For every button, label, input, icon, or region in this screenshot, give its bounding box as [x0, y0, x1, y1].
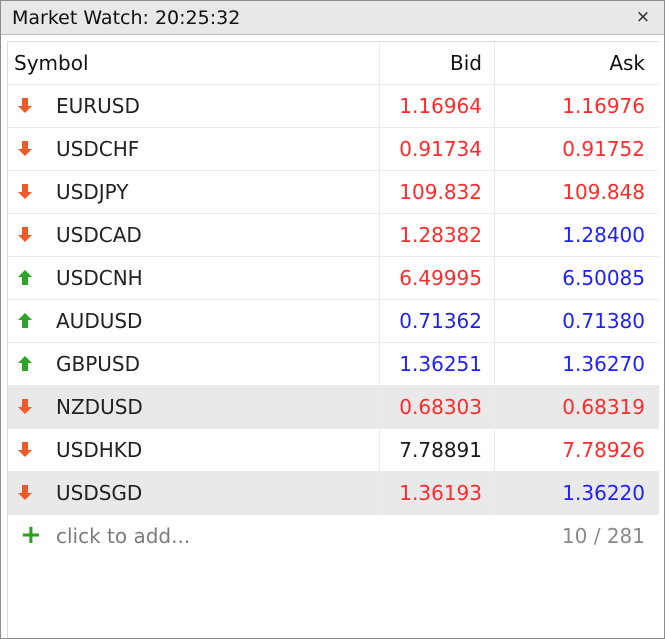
table-row[interactable]: GBPUSD 1.36251 1.36270: [8, 343, 659, 386]
table-header: Symbol Bid Ask: [8, 42, 659, 85]
ask-price: 0.71380: [562, 309, 645, 333]
symbol-cell[interactable]: NZDUSD: [8, 386, 380, 428]
add-symbol-cell[interactable]: + click to add...: [8, 515, 380, 557]
symbol-cell[interactable]: USDCHF: [8, 128, 380, 170]
arrow-down-icon: [18, 184, 32, 199]
symbol-name: USDSGD: [56, 481, 143, 505]
plus-icon: +: [20, 520, 42, 550]
bid-price: 1.36193: [380, 472, 495, 514]
table-row[interactable]: EURUSD 1.16964 1.16976: [8, 85, 659, 128]
arrow-down-icon: [18, 141, 32, 156]
table-row[interactable]: USDJPY 109.832 109.848: [8, 171, 659, 214]
ask-price: 109.848: [562, 180, 645, 204]
window-title: Market Watch: 20:25:32: [12, 7, 241, 29]
table-row[interactable]: USDSGD 1.36193 1.36220: [8, 472, 659, 515]
ask-price: 0.91752: [562, 137, 645, 161]
symbol-name: AUDUSD: [56, 309, 143, 333]
symbol-count: 10 / 281: [561, 524, 645, 548]
table-row[interactable]: AUDUSD 0.71362 0.71380: [8, 300, 659, 343]
arrow-up-icon: [18, 356, 32, 371]
table-row[interactable]: USDCNH 6.49995 6.50085: [8, 257, 659, 300]
symbol-cell[interactable]: USDHKD: [8, 429, 380, 471]
symbol-name: USDCHF: [56, 137, 140, 161]
bid-price: 1.16964: [380, 85, 495, 127]
ask-price: 7.78926: [562, 438, 645, 462]
symbol-name: GBPUSD: [56, 352, 141, 376]
arrow-down-icon: [18, 442, 32, 457]
table-row[interactable]: NZDUSD 0.68303 0.68319: [8, 386, 659, 429]
symbol-name: USDHKD: [56, 438, 143, 462]
column-header-bid[interactable]: Bid: [380, 42, 495, 84]
ask-price: 1.28400: [562, 223, 645, 247]
symbol-cell[interactable]: GBPUSD: [8, 343, 380, 385]
bid-price: 0.68303: [380, 386, 495, 428]
bid-price: 6.49995: [380, 257, 495, 299]
symbol-name: USDJPY: [56, 180, 129, 204]
title-bar: Market Watch: 20:25:32 ×: [1, 1, 664, 35]
symbol-name: USDCAD: [56, 223, 142, 247]
symbol-name: NZDUSD: [56, 395, 143, 419]
symbol-cell[interactable]: USDCAD: [8, 214, 380, 256]
bid-price: 1.36251: [380, 343, 495, 385]
arrow-down-icon: [18, 227, 32, 242]
symbol-name: USDCNH: [56, 266, 143, 290]
symbol-cell[interactable]: USDCNH: [8, 257, 380, 299]
table-row[interactable]: USDHKD 7.78891 7.78926: [8, 429, 659, 472]
column-header-ask[interactable]: Ask: [495, 42, 659, 84]
ask-price: 1.36270: [562, 352, 645, 376]
table-row[interactable]: USDCAD 1.28382 1.28400: [8, 214, 659, 257]
bid-price: 109.832: [380, 171, 495, 213]
symbol-cell[interactable]: USDJPY: [8, 171, 380, 213]
arrow-up-icon: [18, 313, 32, 328]
bid-price: 7.78891: [380, 429, 495, 471]
symbol-cell[interactable]: AUDUSD: [8, 300, 380, 342]
symbol-cell[interactable]: EURUSD: [8, 85, 380, 127]
ask-price: 0.68319: [562, 395, 645, 419]
bid-price: 1.28382: [380, 214, 495, 256]
ask-price: 6.50085: [562, 266, 645, 290]
empty-cell: [380, 515, 495, 557]
market-watch-window: Market Watch: 20:25:32 × Symbol Bid Ask …: [0, 0, 665, 639]
close-button[interactable]: ×: [632, 6, 654, 28]
market-watch-table: Symbol Bid Ask EURUSD 1.16964 1.16976 USDCH…: [7, 41, 659, 638]
bid-price: 0.71362: [380, 300, 495, 342]
add-symbol-row[interactable]: + click to add... 10 / 281: [8, 515, 659, 558]
arrow-down-icon: [18, 98, 32, 113]
arrow-down-icon: [18, 399, 32, 414]
bid-price: 0.91734: [380, 128, 495, 170]
arrow-down-icon: [18, 485, 32, 500]
arrow-up-icon: [18, 270, 32, 285]
ask-price: 1.16976: [562, 94, 645, 118]
symbol-cell[interactable]: USDSGD: [8, 472, 380, 514]
table-row[interactable]: USDCHF 0.91734 0.91752: [8, 128, 659, 171]
symbol-name: EURUSD: [56, 94, 140, 118]
column-header-symbol[interactable]: Symbol: [8, 42, 380, 84]
add-symbol-label[interactable]: click to add...: [56, 515, 190, 557]
ask-price: 1.36220: [562, 481, 645, 505]
